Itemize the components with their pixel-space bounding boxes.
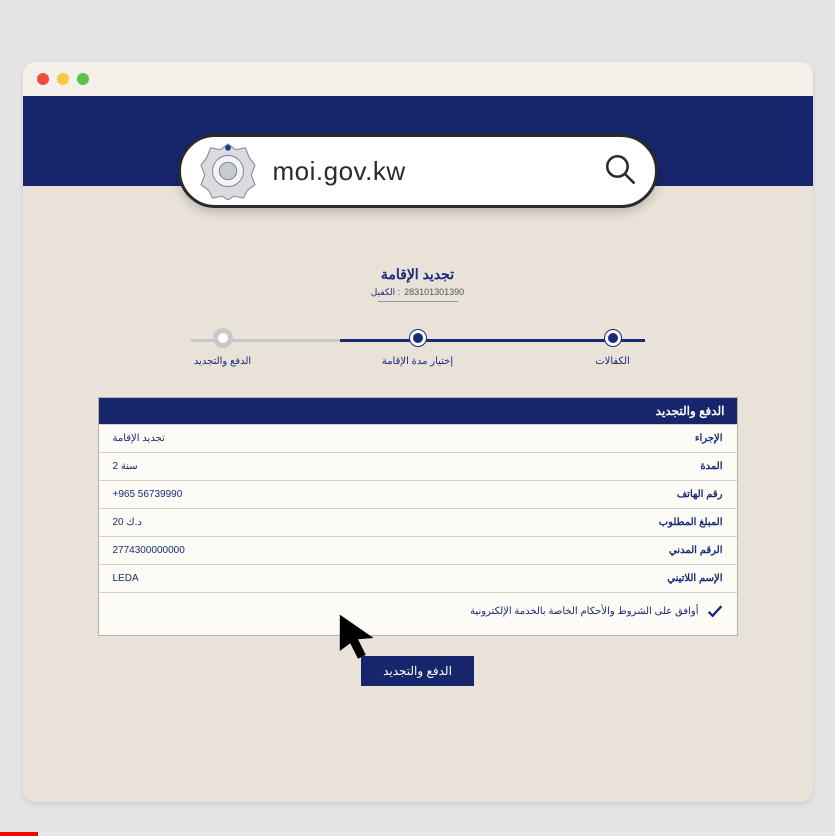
- row-label: الإسم اللاتيني: [667, 573, 722, 584]
- row-label: المدة: [700, 461, 722, 472]
- step-dot-icon: [410, 330, 426, 346]
- step-label: الدفع والتجديد: [194, 356, 251, 367]
- sponsor-label: الكفيل :: [371, 287, 400, 298]
- maximize-dot-icon[interactable]: [77, 73, 89, 85]
- row-label: رقم الهاتف: [677, 489, 723, 500]
- browser-window: moi.gov.kw تجديد الإقامة الكفيل : 283101…: [23, 62, 813, 802]
- address-bar[interactable]: moi.gov.kw: [178, 134, 658, 208]
- payment-panel: الدفع والتجديد الإجراء تجديد الإقامة الم…: [98, 397, 738, 636]
- step-done[interactable]: الكفالات: [573, 330, 653, 367]
- panel-header: الدفع والتجديد: [99, 398, 737, 424]
- stage: moi.gov.kw تجديد الإقامة الكفيل : 283101…: [0, 0, 835, 836]
- player-track[interactable]: [0, 832, 835, 836]
- minimize-dot-icon[interactable]: [57, 73, 69, 85]
- row-label: الرقم المدني: [669, 545, 723, 556]
- row-value: 2774300000000: [113, 545, 185, 556]
- table-row: الرقم المدني 2774300000000: [99, 536, 737, 564]
- player-progress[interactable]: [0, 832, 38, 836]
- row-value: +965 56739990: [113, 489, 183, 500]
- table-row: المبلغ المطلوب 20 د.ك: [99, 508, 737, 536]
- step-current: الدفع والتجديد: [183, 330, 263, 367]
- stepper: الدفع والتجديد إختيار مدة الإقامة الكفال…: [183, 330, 653, 367]
- page-content: تجديد الإقامة الكفيل : 283101301390 الدف…: [23, 186, 813, 802]
- step-dot-icon: [215, 330, 231, 346]
- header-band: moi.gov.kw: [23, 96, 813, 186]
- close-dot-icon[interactable]: [37, 73, 49, 85]
- sponsor-line: الكفيل : 283101301390: [371, 287, 464, 298]
- submit-button[interactable]: الدفع والتجديد: [361, 656, 474, 686]
- url-text: moi.gov.kw: [273, 156, 587, 187]
- row-value: LEDA: [113, 573, 139, 584]
- table-row: المدة 2 سنة: [99, 452, 737, 480]
- sponsor-id: 283101301390: [404, 287, 464, 298]
- step-done[interactable]: إختيار مدة الإقامة: [378, 330, 458, 367]
- check-icon[interactable]: [707, 603, 723, 619]
- row-value: 20 د.ك: [113, 517, 142, 528]
- title-underline: [378, 301, 458, 302]
- row-label: الإجراء: [695, 433, 723, 444]
- row-label: المبلغ المطلوب: [659, 517, 723, 528]
- step-dot-icon: [605, 330, 621, 346]
- page-title: تجديد الإقامة: [381, 266, 454, 283]
- step-label: إختيار مدة الإقامة: [382, 356, 453, 367]
- terms-row[interactable]: أوافق على الشروط والأحكام الخاصة بالخدمة…: [99, 592, 737, 635]
- search-icon[interactable]: [603, 152, 637, 191]
- table-row: الإسم اللاتيني LEDA: [99, 564, 737, 592]
- window-titlebar: [23, 62, 813, 96]
- moi-logo-icon: [199, 142, 257, 200]
- table-row: رقم الهاتف +965 56739990: [99, 480, 737, 508]
- row-value: تجديد الإقامة: [113, 433, 165, 444]
- terms-text: أوافق على الشروط والأحكام الخاصة بالخدمة…: [470, 606, 698, 617]
- row-value: 2 سنة: [113, 461, 138, 472]
- step-label: الكفالات: [595, 356, 630, 367]
- table-row: الإجراء تجديد الإقامة: [99, 424, 737, 452]
